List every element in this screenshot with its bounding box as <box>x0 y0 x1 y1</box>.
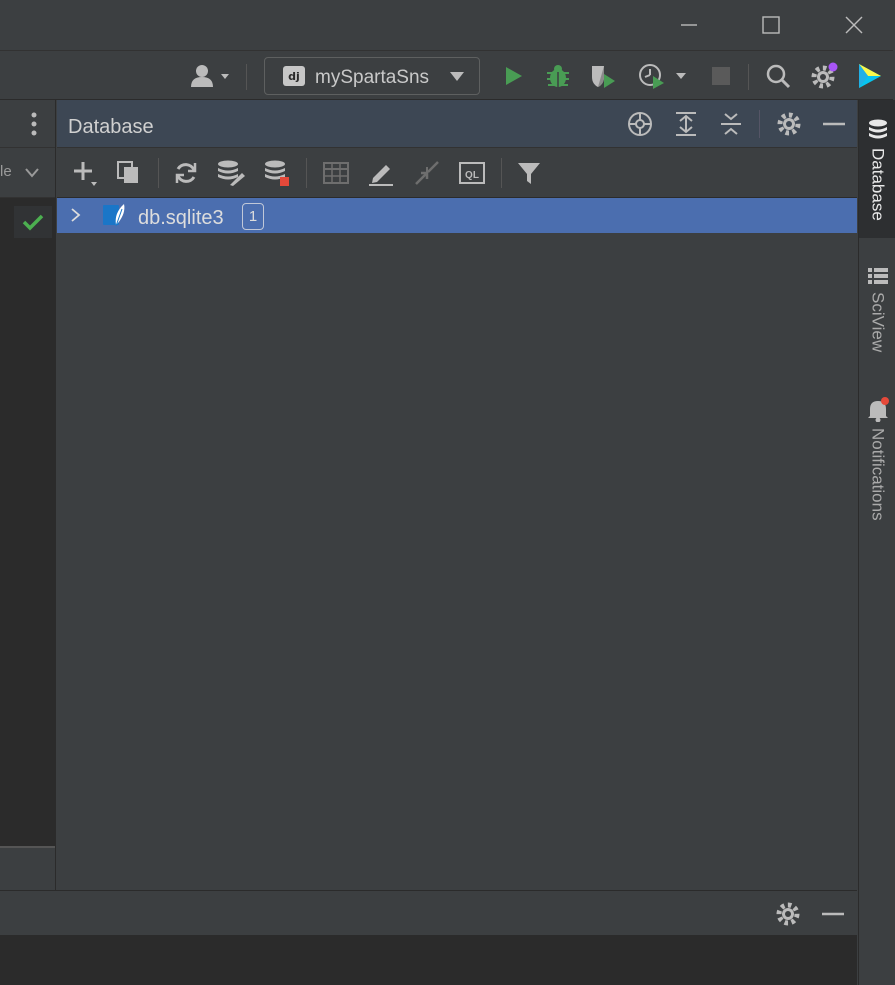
chevron-right-icon[interactable] <box>69 207 83 223</box>
toolbar-separator <box>306 158 307 188</box>
settings-icon[interactable] <box>806 51 842 101</box>
database-tree: db.sqlite3 1 <box>57 198 857 890</box>
database-panel-header: Database <box>57 100 857 148</box>
expand-all-icon[interactable] <box>668 100 704 148</box>
sciview-icon <box>867 268 888 284</box>
tab-notifications[interactable]: Notifications <box>859 392 895 552</box>
bell-icon <box>867 397 889 422</box>
locate-icon[interactable] <box>622 100 658 148</box>
chevron-down-icon <box>450 72 464 81</box>
bottom-panel-body <box>0 936 857 985</box>
stop-icon[interactable] <box>704 51 738 101</box>
divider <box>0 846 55 848</box>
bottom-panel-header <box>0 890 857 936</box>
left-tool-window: le <box>0 100 56 890</box>
tab-database[interactable]: Database <box>859 100 895 238</box>
query-console-icon[interactable]: QL <box>452 148 492 198</box>
profile-icon[interactable] <box>634 51 692 101</box>
svg-text:QL: QL <box>465 170 479 181</box>
database-tool-window: Database QL db.sqlite3 1 <box>57 100 857 890</box>
table-editor-icon <box>316 148 356 198</box>
minimize-icon[interactable] <box>674 10 704 40</box>
toolbar-separator <box>246 64 247 90</box>
refresh-icon[interactable] <box>166 148 206 198</box>
count-badge: 1 <box>242 203 264 230</box>
database-icon <box>868 119 887 139</box>
left-panel-body <box>0 198 55 848</box>
toolbar-separator <box>501 158 502 188</box>
toolbar-separator <box>158 158 159 188</box>
run-configuration-selector[interactable]: dj mySpartaSns <box>264 57 480 95</box>
settings-icon[interactable] <box>775 901 803 927</box>
toolbar-separator <box>748 64 749 90</box>
search-icon[interactable] <box>760 51 796 101</box>
jump-to-query-console-icon <box>407 148 447 198</box>
tree-node-db-sqlite3[interactable]: db.sqlite3 1 <box>57 198 857 233</box>
tab-database-label: Database <box>868 148 888 221</box>
add-icon[interactable] <box>65 148 105 198</box>
run-icon[interactable] <box>496 51 530 101</box>
database-panel-title: Database <box>68 116 154 138</box>
edit-icon[interactable] <box>361 148 401 198</box>
main-toolbar: dj mySpartaSns <box>0 50 893 100</box>
tab-notifications-label: Notifications <box>868 428 888 521</box>
tab-sciview[interactable]: SciView <box>859 260 895 370</box>
hide-panel-icon[interactable] <box>816 100 852 148</box>
hide-panel-icon[interactable] <box>821 902 847 926</box>
left-panel-header <box>0 100 55 148</box>
close-icon[interactable] <box>839 10 869 40</box>
maximize-icon[interactable] <box>756 10 786 40</box>
title-bar <box>0 0 893 50</box>
logo-icon[interactable] <box>852 51 888 101</box>
database-toolbar: QL <box>57 148 857 198</box>
tab-sciview-label: SciView <box>868 292 888 353</box>
header-separator <box>759 110 760 138</box>
left-panel-selector-label: le <box>0 163 12 180</box>
coverage-icon[interactable] <box>584 51 622 101</box>
more-options-icon[interactable] <box>24 110 44 138</box>
left-panel-selector[interactable]: le <box>0 148 55 198</box>
duplicate-icon[interactable] <box>109 148 149 198</box>
filter-icon[interactable] <box>509 148 549 198</box>
disconnect-icon[interactable] <box>257 148 297 198</box>
data-source-properties-icon[interactable] <box>211 148 251 198</box>
settings-icon[interactable] <box>771 100 807 148</box>
check-icon <box>14 206 52 238</box>
run-configuration-label: mySpartaSns <box>315 67 430 88</box>
collapse-all-icon[interactable] <box>713 100 749 148</box>
tree-node-label: db.sqlite3 <box>138 207 224 229</box>
right-tool-stripe: Database SciView Notifications <box>858 100 895 985</box>
django-icon: dj <box>283 66 305 86</box>
sqlite-icon <box>103 204 125 227</box>
chevron-down-icon <box>25 168 39 178</box>
user-icon[interactable] <box>186 51 236 101</box>
debug-icon[interactable] <box>540 51 576 101</box>
